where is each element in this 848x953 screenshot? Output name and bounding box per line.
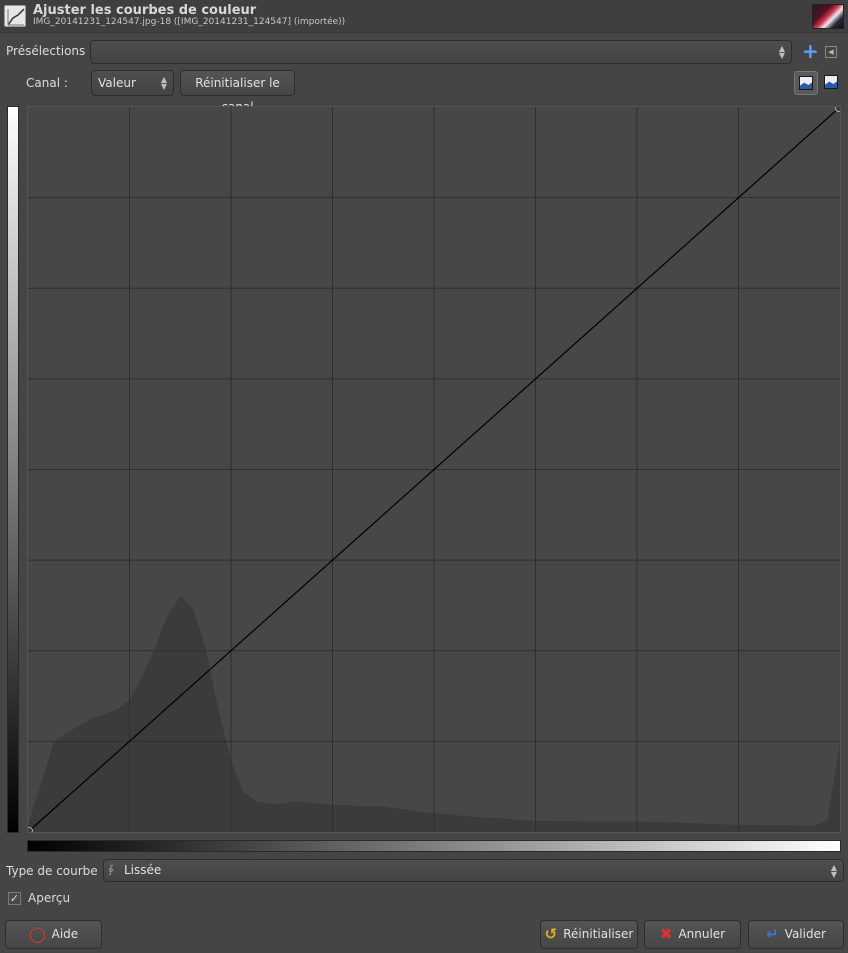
updown-arrows-icon: ▲ ▼ [778, 44, 785, 60]
cancel-button-label: Annuler [678, 927, 726, 941]
reset-icon: ↺ [544, 925, 558, 943]
presets-combo[interactable]: ▲ ▼ [90, 40, 792, 64]
preset-menu-icon[interactable]: ◀ [825, 46, 837, 58]
reset-button[interactable]: ↺ Réinitialiser [540, 920, 638, 949]
curves-tool-icon [4, 5, 26, 27]
curve-type-value: Lissée [124, 863, 162, 877]
curve-canvas[interactable] [26, 105, 842, 834]
cancel-button[interactable]: ✖ Annuler [644, 920, 741, 949]
channel-combo[interactable]: Valeur ▲ ▼ [91, 70, 174, 96]
help-button[interactable]: ◯ Aide [5, 920, 102, 949]
preview-label: Aperçu [28, 891, 71, 905]
presets-label: Présélections : [6, 44, 94, 58]
plus-icon[interactable]: + [802, 41, 819, 63]
linear-histogram-button[interactable] [794, 71, 818, 95]
ok-button-label: Valider [784, 927, 826, 941]
linear-histogram-icon [799, 76, 813, 90]
logarithmic-histogram-icon [824, 75, 838, 89]
ok-button[interactable]: ↵ Valider [748, 920, 844, 949]
input-gradient-bar [27, 840, 841, 852]
curve-editor[interactable] [26, 105, 842, 834]
reset-channel-button[interactable]: Réinitialiser le canal [180, 70, 295, 114]
curve-type-label: Type de courbe : [6, 864, 106, 878]
enter-arrow-icon: ↵ [766, 925, 779, 943]
channel-label: Canal : [26, 76, 68, 90]
channel-value: Valeur [98, 76, 136, 90]
logarithmic-histogram-button[interactable] [822, 71, 842, 95]
output-gradient-bar [7, 106, 19, 833]
reset-button-label: Réinitialiser [563, 927, 634, 941]
curve-control-point[interactable] [835, 105, 842, 112]
preview-checkbox[interactable]: ✓ [8, 892, 21, 905]
image-thumbnail [812, 4, 844, 29]
smooth-curve-icon: ∳ [108, 863, 114, 876]
curve-control-point[interactable] [26, 827, 33, 834]
updown-arrows-icon: ▲ ▼ [160, 75, 167, 91]
help-button-label: Aide [51, 927, 79, 941]
dialog-title: Ajuster les courbes de couleur [33, 3, 257, 18]
lifebuoy-icon: ◯ [28, 925, 46, 943]
curve-type-combo[interactable]: ∳ Lissée ▲ ▼ [103, 859, 844, 882]
close-icon: ✖ [659, 925, 673, 943]
updown-arrows-icon: ▲ ▼ [830, 862, 837, 879]
image-name: IMG_20141231_124547.jpg-18 ([IMG_2014123… [33, 17, 346, 27]
